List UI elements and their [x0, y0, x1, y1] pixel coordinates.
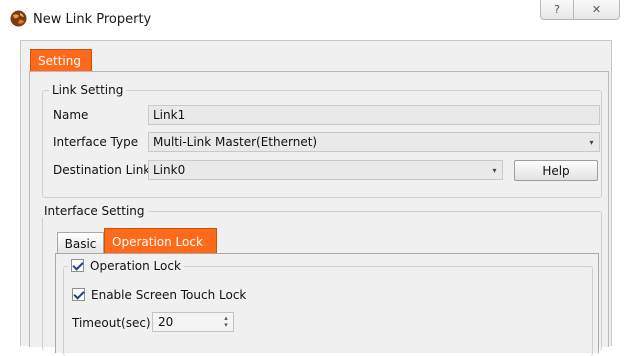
- destination-link-value: Link0: [153, 163, 186, 177]
- operation-lock-checkbox[interactable]: [71, 259, 84, 272]
- interface-setting-group-label: Interface Setting: [41, 204, 148, 218]
- window-title: New Link Property: [33, 12, 152, 27]
- tab-setting-label: Setting: [38, 54, 81, 68]
- help-button[interactable]: Help: [514, 160, 598, 181]
- enable-touch-lock-row[interactable]: Enable Screen Touch Lock: [72, 288, 246, 302]
- destination-link-select[interactable]: Link0 ▾: [148, 160, 503, 180]
- help-button-label: Help: [542, 163, 570, 178]
- chevron-down-icon: ▾: [492, 165, 497, 175]
- question-icon: ?: [554, 3, 560, 16]
- app-globe-icon: [10, 10, 27, 27]
- name-label: Name: [53, 108, 89, 122]
- name-value: Link1: [153, 108, 186, 122]
- timeout-spinner[interactable]: 20 ▴ ▾: [152, 312, 234, 332]
- setting-panel: Link Setting Name Link1 Interface Type M…: [29, 71, 609, 356]
- interface-type-label: Interface Type: [53, 135, 139, 149]
- spin-arrows-icon[interactable]: ▴ ▾: [221, 314, 231, 330]
- title-bar: New Link Property ? ✕: [0, 0, 632, 40]
- tab-basic[interactable]: Basic: [57, 232, 104, 254]
- interface-setting-group: Interface Setting Basic Operation Lock O…: [41, 204, 602, 356]
- operation-lock-panel: Operation Lock Enable Screen Touch Lock …: [55, 253, 599, 356]
- link-setting-group: Link Setting Name Link1 Interface Type M…: [42, 83, 602, 198]
- timeout-label: Timeout(sec): [72, 316, 151, 330]
- operation-lock-label: Operation Lock: [90, 259, 181, 273]
- enable-touch-lock-checkbox[interactable]: [72, 288, 85, 301]
- help-window-button[interactable]: ?: [540, 0, 574, 20]
- dialog-client-area: Setting Link Setting Name Link1 Interfac…: [20, 40, 612, 356]
- close-icon: ✕: [591, 3, 602, 16]
- operation-lock-checkbox-row[interactable]: Operation Lock: [68, 259, 184, 273]
- interface-type-select[interactable]: Multi-Link Master(Ethernet) ▾: [148, 132, 600, 152]
- destination-link-label: Destination Link: [53, 163, 151, 177]
- chevron-down-icon: ▾: [589, 137, 594, 147]
- close-window-button[interactable]: ✕: [574, 0, 620, 20]
- interface-type-value: Multi-Link Master(Ethernet): [153, 135, 318, 149]
- operation-lock-group: Operation Lock Enable Screen Touch Lock …: [63, 259, 593, 356]
- enable-touch-lock-label: Enable Screen Touch Lock: [91, 288, 247, 302]
- tab-setting[interactable]: Setting: [30, 49, 92, 72]
- timeout-value: 20: [158, 315, 174, 329]
- tab-operation-lock[interactable]: Operation Lock: [104, 228, 217, 254]
- tab-operation-lock-label: Operation Lock: [112, 234, 203, 249]
- name-field[interactable]: Link1: [148, 105, 600, 125]
- spin-down-icon: ▾: [224, 321, 228, 329]
- link-setting-group-label: Link Setting: [49, 83, 127, 97]
- tab-basic-label: Basic: [64, 236, 97, 251]
